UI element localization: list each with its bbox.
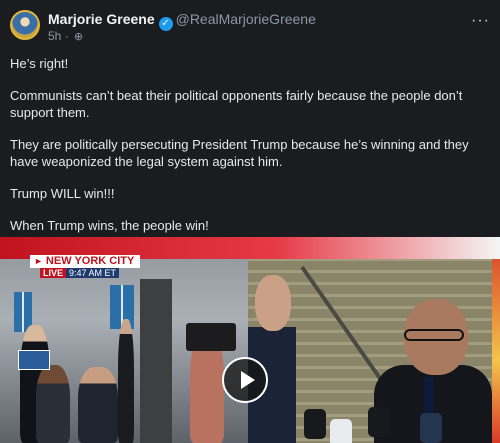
post-paragraph: Communists can’t beat their political op… (10, 88, 463, 120)
microphone-icon (420, 413, 442, 443)
play-icon[interactable] (222, 357, 268, 403)
location-label: NEW YORK CITY (45, 255, 135, 267)
phone-shape (18, 350, 50, 370)
person-figure (36, 365, 70, 443)
microphone-icon (304, 409, 326, 439)
microphone-icon (330, 419, 352, 443)
doorway-shape (140, 279, 172, 443)
video-player[interactable]: ► NEW YORK CITY LIVE 9:47 AM ET (0, 237, 500, 443)
person-figure (118, 319, 134, 443)
author-name[interactable]: Marjorie Greene (48, 11, 155, 27)
post-body: He’s right! Communists can’t beat their … (10, 55, 480, 249)
live-time: 9:47 AM ET (66, 268, 120, 278)
author-handle[interactable]: @RealMarjorieGreene (176, 11, 316, 27)
live-indicator: LIVE 9:47 AM ET (40, 268, 120, 279)
verified-badge-icon: ✓ (158, 17, 173, 31)
live-badge: LIVE (40, 268, 67, 278)
post-meta: 5h · ⊕ (48, 29, 83, 43)
person-figure (78, 367, 118, 443)
video-side-strip (492, 237, 500, 443)
globe-icon: ⊕ (74, 31, 84, 43)
glasses-shape (404, 329, 464, 341)
post-paragraph: They are politically persecuting Preside… (10, 137, 469, 169)
post-header: Marjorie Greene ✓ @RealMarjorieGreene 5h ·… (10, 10, 490, 46)
more-options-icon[interactable]: ··· (471, 12, 490, 30)
arrow-icon: ► (34, 256, 43, 266)
post-paragraph: He’s right! (10, 56, 69, 71)
author-row: Marjorie Greene ✓ @RealMarjorieGreene (48, 11, 316, 31)
avatar[interactable] (10, 10, 40, 40)
meta-separator: · (64, 29, 69, 43)
post-paragraph: When Trump wins, the people win! (10, 218, 209, 233)
person-head (255, 275, 291, 331)
post-card[interactable]: Marjorie Greene ✓ @RealMarjorieGreene 5h ·… (0, 0, 500, 443)
camera-shape (186, 323, 236, 351)
location-banner: ► NEW YORK CITY (30, 255, 141, 268)
post-time[interactable]: 5h (48, 29, 61, 43)
post-paragraph: Trump WILL win!!! (10, 186, 115, 201)
microphone-icon (368, 407, 390, 437)
